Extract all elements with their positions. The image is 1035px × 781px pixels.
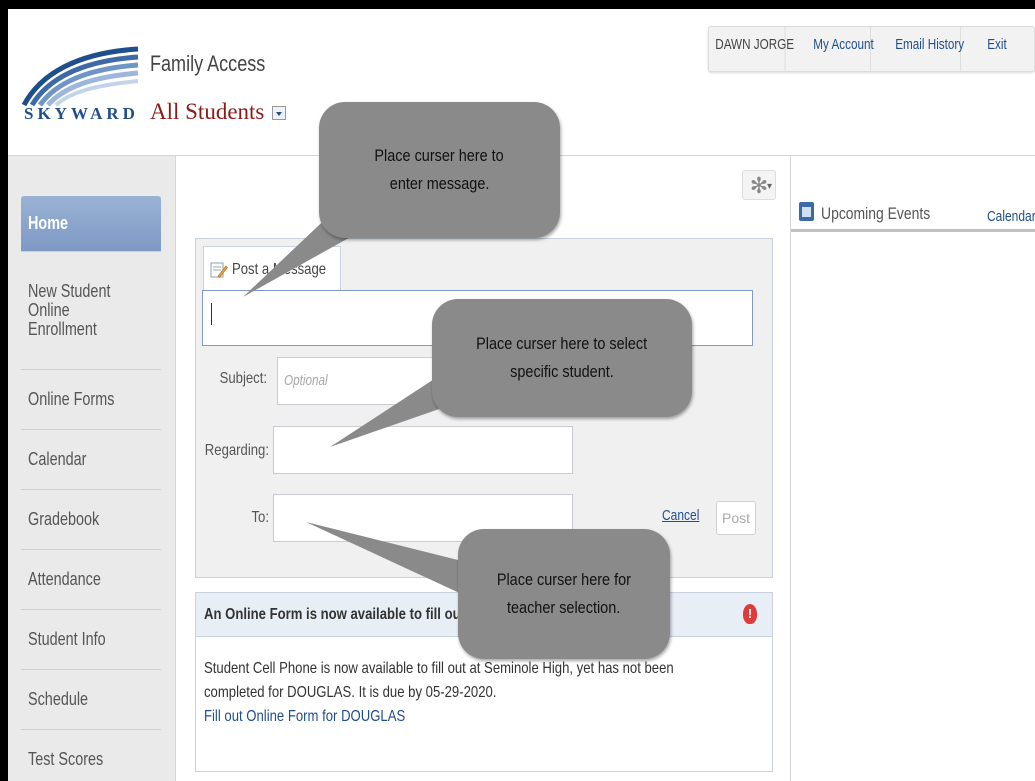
sidebar-item-student-info[interactable]: Student Info — [21, 610, 161, 670]
my-account-link[interactable]: My Account — [807, 27, 874, 71]
right-panel: Upcoming Events Calendar — [790, 156, 1035, 781]
post-button[interactable]: Post — [716, 501, 756, 535]
caret-down-icon: ▾ — [766, 181, 772, 192]
gear-icon[interactable]: ✻ ▾ — [742, 170, 776, 200]
sidebar-item-label: Test Scores — [28, 749, 104, 769]
upcoming-events-header: Upcoming Events Calendar — [791, 194, 1035, 232]
student-selector[interactable]: All Students — [150, 99, 287, 125]
callout-text-line: enter message. — [389, 174, 490, 193]
calendar-link[interactable]: Calendar — [987, 208, 1035, 225]
email-history-link[interactable]: Email History — [889, 27, 964, 71]
sidebar-item-gradebook[interactable]: Gradebook — [21, 490, 161, 550]
regarding-label: Regarding: — [204, 442, 269, 459]
sidebar-item-label: Student Info — [28, 629, 106, 649]
callout-text-line: Place curser here to — [374, 146, 505, 165]
to-label: To: — [251, 509, 269, 526]
fill-out-form-link[interactable]: Fill out Online Form for DOUGLAS — [204, 705, 712, 729]
note-pencil-icon — [210, 261, 228, 279]
cancel-link[interactable]: Cancel — [662, 507, 699, 524]
alert-title: An Online Form is now available to fill … — [204, 606, 465, 623]
sidebar-item-label: Home — [28, 213, 69, 233]
sidebar-item-schedule[interactable]: Schedule — [21, 670, 161, 730]
subject-label: Subject: — [219, 370, 267, 387]
text-caret — [211, 303, 212, 325]
sidebar-item-label: Online Forms — [28, 389, 115, 409]
sidebar-item-label: New Student Online Enrollment — [28, 281, 111, 339]
sidebar-nav: Home New Student Online Enrollment Onlin… — [21, 196, 161, 781]
callout-text-line: Place curser here for — [496, 570, 632, 589]
app-title: Family Access — [150, 51, 266, 76]
callout-teacher: Place curser here for teacher selection. — [458, 529, 670, 659]
main-content: ✻ ▾ Post a Message Subject: Optional Reg… — [177, 156, 789, 781]
sidebar-item-label: Attendance — [28, 569, 101, 589]
exclamation-icon: ! — [743, 604, 757, 624]
logo-text: SKYWARD — [24, 104, 139, 123]
sidebar-item-attendance[interactable]: Attendance — [21, 550, 161, 610]
sidebar: Home New Student Online Enrollment Onlin… — [8, 156, 176, 781]
sidebar-item-test-scores[interactable]: Test Scores — [21, 730, 161, 781]
alert-text-line: completed for DOUGLAS. It is due by 05-2… — [204, 684, 497, 701]
alert-text-line: Student Cell Phone is now available to f… — [204, 660, 674, 677]
skyward-logo — [20, 37, 142, 149]
callout-student: Place curser here to select specific stu… — [432, 299, 692, 417]
calendar-icon — [799, 202, 814, 221]
post-tab-label: Post a Message — [232, 260, 327, 278]
sidebar-item-calendar[interactable]: Calendar — [21, 430, 161, 490]
sidebar-item-label: Gradebook — [28, 509, 100, 529]
user-name: DAWN JORGE — [709, 27, 794, 71]
sidebar-item-new-student-online-enrollment[interactable]: New Student Online Enrollment — [21, 252, 161, 370]
dropdown-arrow-icon[interactable] — [272, 106, 287, 120]
callout-text-line: specific student. — [510, 362, 614, 381]
alert-body: Student Cell Phone is now available to f… — [204, 657, 712, 729]
upcoming-events-title: Upcoming Events — [821, 204, 931, 223]
top-nav: DAWN JORGE My Account Email History Exit — [708, 26, 1035, 72]
subject-placeholder: Optional — [284, 372, 328, 389]
sidebar-item-online-forms[interactable]: Online Forms — [21, 370, 161, 430]
student-selector-label: All Students — [150, 99, 265, 124]
callout-text-line: Place curser here to select — [476, 334, 648, 353]
sidebar-item-home[interactable]: Home — [21, 196, 161, 252]
callout-text-line: teacher selection. — [507, 598, 621, 617]
regarding-input[interactable] — [273, 426, 573, 474]
tab-post-message[interactable]: Post a Message — [203, 246, 341, 292]
exit-link[interactable]: Exit — [981, 27, 1012, 71]
sidebar-item-label: Calendar — [28, 449, 87, 469]
sidebar-item-label: Schedule — [28, 689, 89, 709]
callout-message: Place curser here to enter message. — [319, 102, 560, 238]
